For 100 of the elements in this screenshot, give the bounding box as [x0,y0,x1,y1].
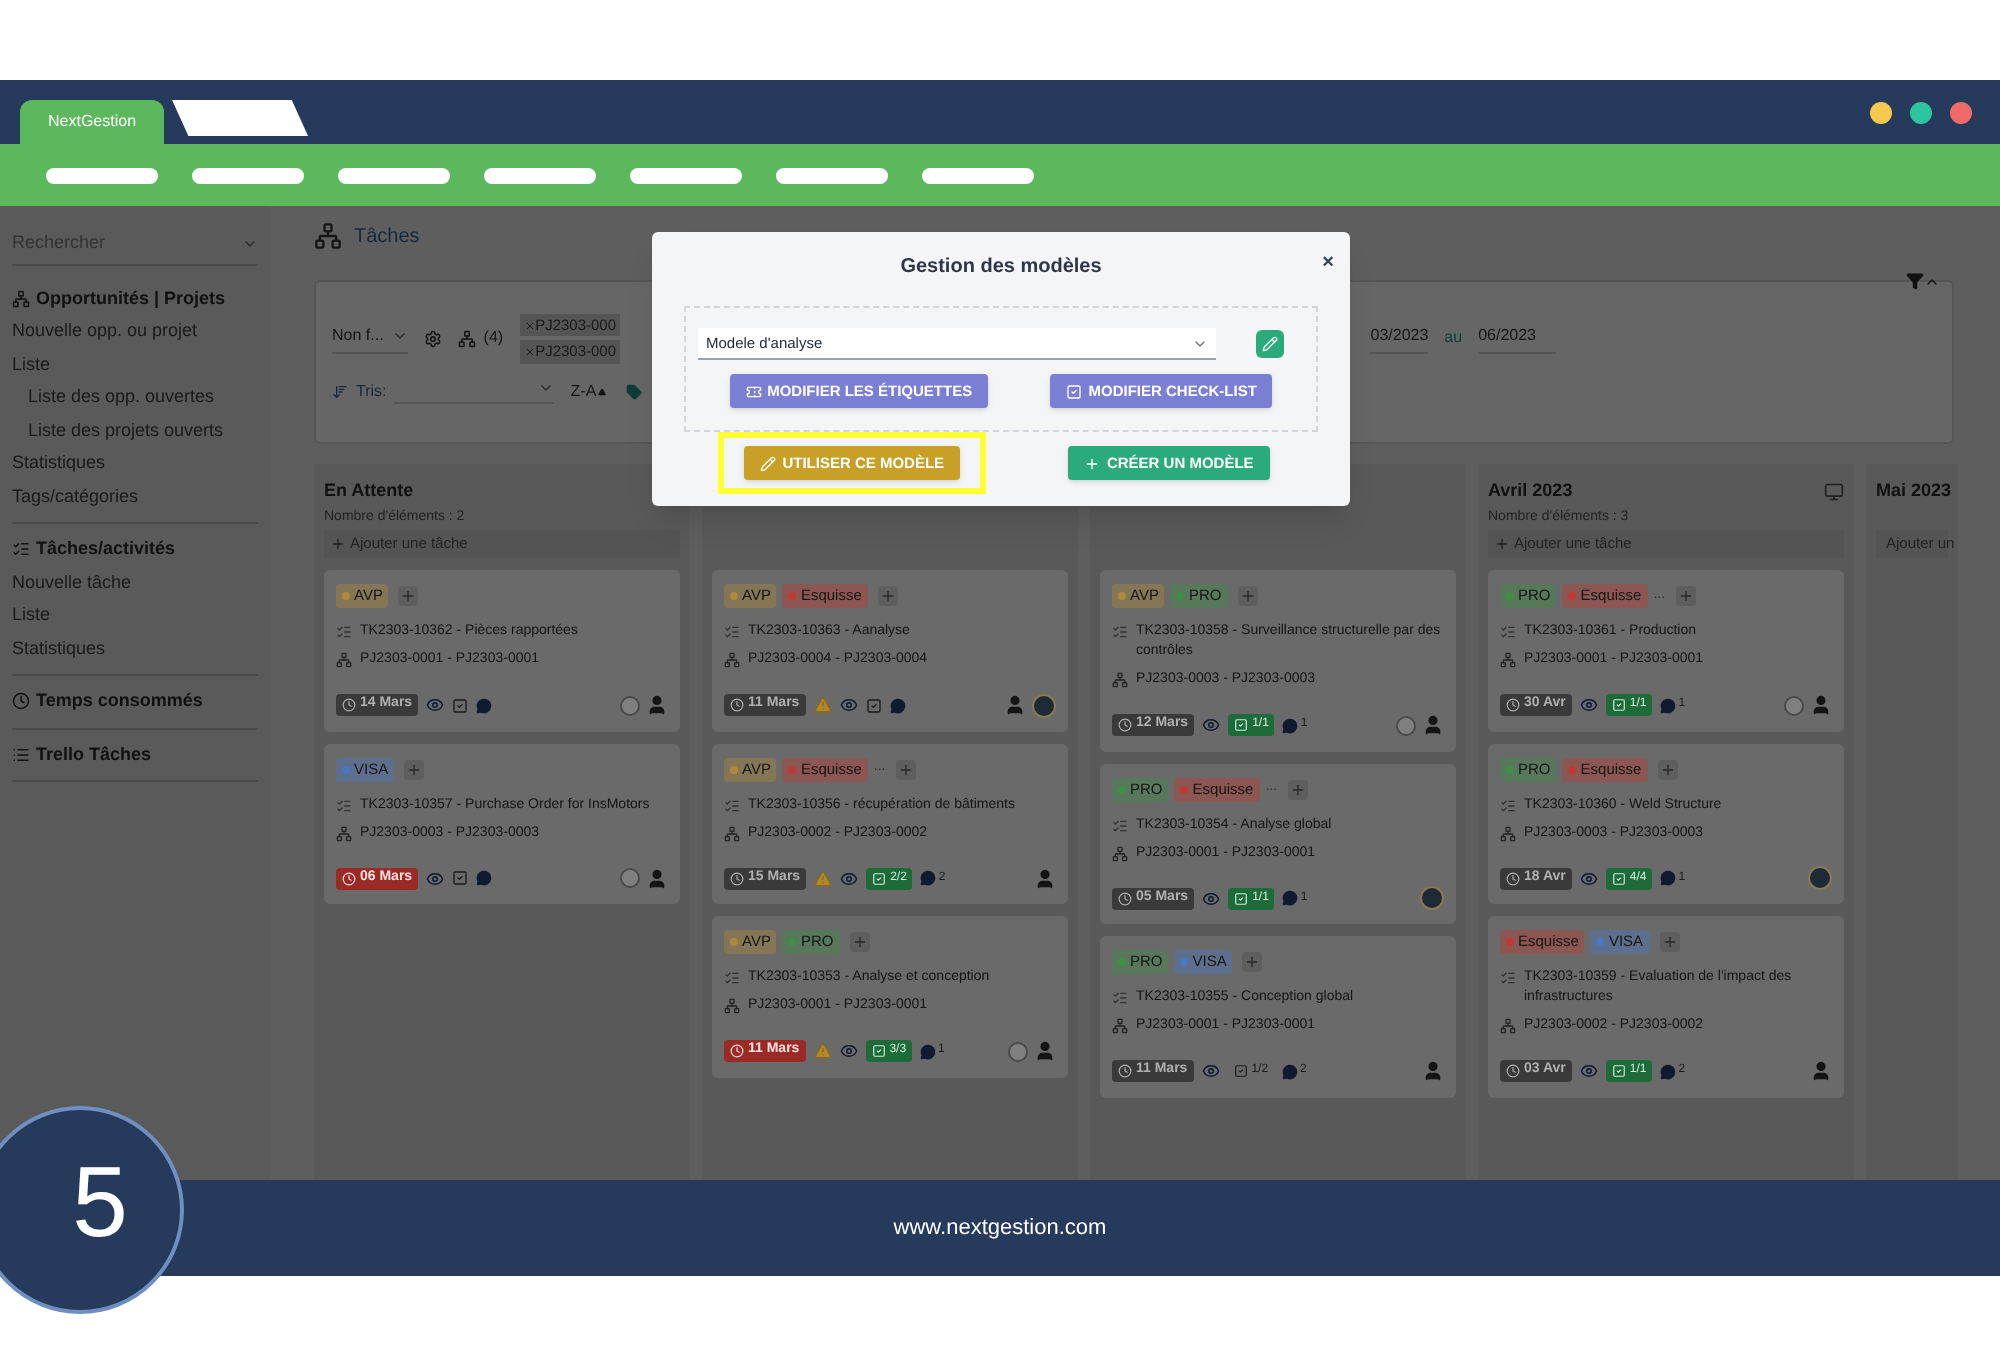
checklist-icon [452,870,469,886]
column-title: Avril 2023 [1488,478,1573,505]
add-tag-icon[interactable] [877,586,898,606]
eye-icon[interactable] [840,869,859,887]
comment-icon [1660,1063,1677,1079]
clock-icon [1118,891,1132,905]
remove-icon[interactable] [523,319,536,332]
clock-icon [1118,1064,1132,1078]
sidebar-item[interactable]: Statistiques [12,635,258,662]
date-from-field[interactable]: 03/2023 [1370,323,1429,354]
status-select[interactable]: Non f... [332,323,408,354]
website-url[interactable]: www.nextgestion.com [893,1211,1107,1245]
task-list-icon [1500,624,1516,640]
pencil-icon [1262,336,1278,352]
nav-pill[interactable] [46,167,158,183]
sidebar-item[interactable]: Nouvelle opp. ou projet [12,318,258,345]
project-icon [336,825,352,842]
tag-icon[interactable] [626,383,643,399]
checklist-icon [452,697,469,713]
sort-icon [332,383,348,399]
date-to-field[interactable]: 06/2023 [1478,323,1556,354]
sidebar-item[interactable]: Tags/catégories [12,483,258,510]
eye-icon[interactable] [1579,869,1598,887]
section-title[interactable]: Trello Tâches [36,741,152,768]
nav-pill[interactable] [484,167,596,183]
section-icon [12,540,30,559]
page-title: Tâches [354,223,420,251]
checkbox-icon [1611,871,1626,885]
checklist-icon [865,697,882,713]
section-title[interactable]: Temps consommés [36,688,203,715]
checkbox-icon [1234,891,1249,905]
sidebar-item[interactable]: Liste [12,351,258,378]
add-tag-icon[interactable] [398,586,419,606]
eye-icon[interactable] [1202,716,1221,734]
section-title[interactable]: Opportunités | Projets [36,285,226,312]
sidebar-item[interactable]: Liste [12,602,258,629]
clock-icon [1506,1064,1520,1078]
add-tag-icon[interactable] [1237,586,1258,606]
section-title[interactable]: Tâches/activités [36,536,176,563]
comment-icon [920,1043,937,1059]
add-tag-icon[interactable] [404,759,425,779]
project-icon [724,998,740,1015]
project-icon [1112,672,1128,689]
filter-icon[interactable] [1906,272,1924,290]
add-tag-icon[interactable] [849,932,870,952]
triangle-icon [598,387,607,395]
clock-icon [730,698,744,712]
nav-pill[interactable] [192,167,304,183]
nav-pill[interactable] [630,167,742,183]
eye-icon[interactable] [426,696,445,714]
add-tag-icon[interactable] [1675,586,1696,606]
comment-icon [1660,870,1677,886]
date-separator: au [1444,326,1463,351]
checkbox-icon [871,1044,886,1058]
add-tag-icon[interactable] [1287,779,1308,799]
clock-icon [342,698,356,712]
sort-order-toggle[interactable]: Z-A [570,379,607,403]
project-icon [457,329,476,348]
close-button[interactable]: × [1322,248,1334,278]
checkbox-icon [1611,698,1626,712]
task-list-icon [724,797,740,813]
column-title: En Attente [324,478,414,505]
section-icon [12,745,30,764]
sidebar-item[interactable]: Nouvelle tâche [12,569,258,596]
nav-pill[interactable] [922,167,1034,183]
settings-icon[interactable] [423,329,442,348]
eye-icon[interactable] [426,869,445,887]
eye-icon[interactable] [839,1042,858,1060]
task-list-icon [1500,970,1516,986]
eye-icon[interactable] [1202,889,1221,907]
nav-pill[interactable] [776,167,888,183]
add-tag-icon[interactable] [1657,759,1678,779]
sort-label: Tris: [356,379,387,403]
task-list-icon [1500,797,1516,813]
edit-button[interactable] [1256,330,1284,358]
comment-icon [476,870,493,886]
checkbox-icon [1234,718,1249,732]
monitor-icon[interactable] [1824,482,1844,502]
add-tag-icon[interactable] [1659,932,1680,952]
comment-icon [1660,697,1677,713]
sidebar-item[interactable]: Liste des projets ouverts [12,417,258,444]
browser-tab[interactable]: NextGestion [20,100,165,144]
remove-icon[interactable] [523,345,536,358]
eye-icon[interactable] [1579,696,1598,714]
task-list-icon [1112,817,1128,833]
sidebar-item[interactable]: Statistiques [12,450,258,477]
task-list-icon [724,624,740,640]
eye-icon[interactable] [1579,1062,1598,1080]
sidebar-item[interactable]: Liste des opp. ouvertes [12,384,258,411]
project-icon [1112,1018,1128,1035]
eye-icon[interactable] [839,696,858,714]
checkbox-icon [1066,383,1083,399]
project-icon [724,652,740,669]
task-list-icon [1112,624,1128,640]
eye-icon[interactable] [1201,1062,1220,1080]
comment-icon [920,870,937,886]
add-tag-icon[interactable] [895,759,916,779]
nav-pill[interactable] [338,167,450,183]
add-tag-icon[interactable] [1242,952,1263,972]
task-list-icon [336,624,352,640]
